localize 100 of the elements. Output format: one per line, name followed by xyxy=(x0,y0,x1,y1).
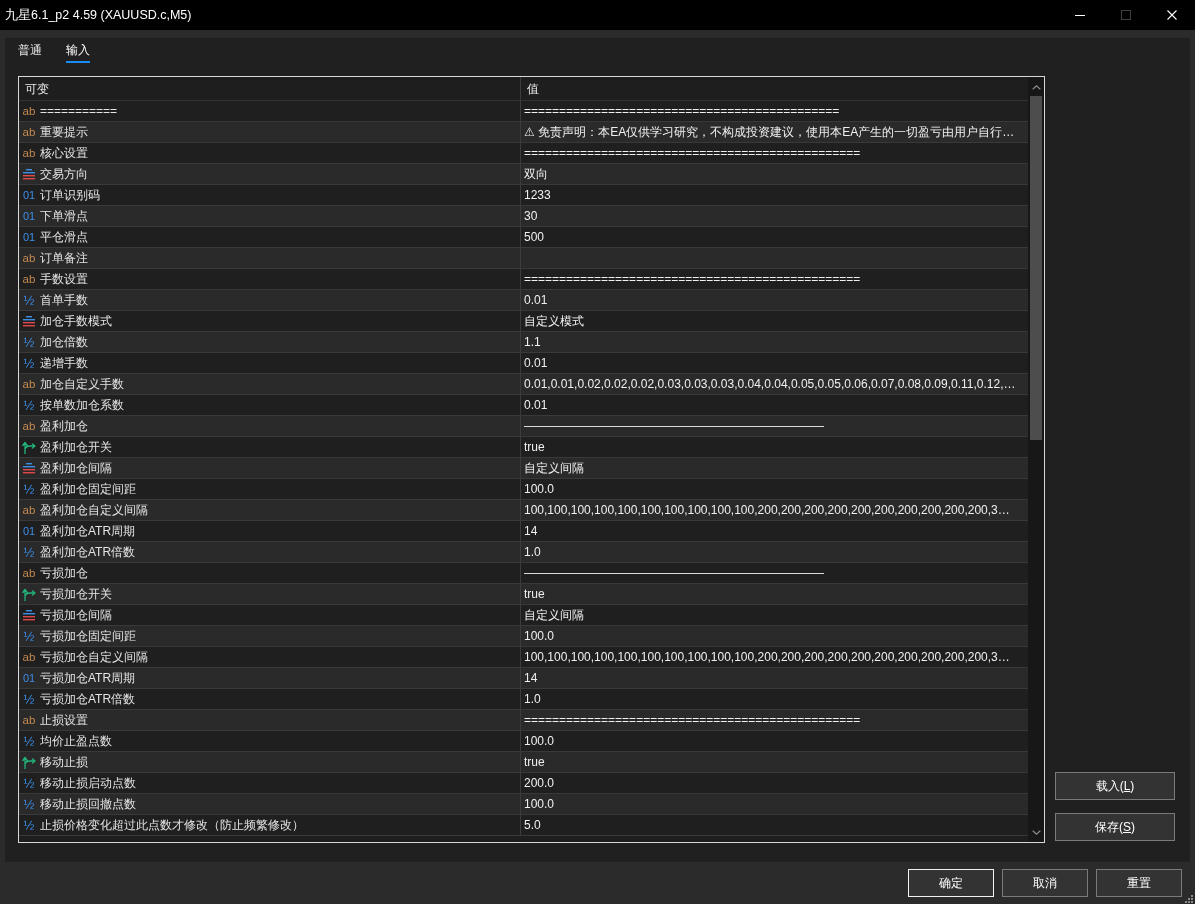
digits-icon: 01 xyxy=(22,230,36,244)
parameter-value: 0.01,0.01,0.02,0.02,0.02,0.03,0.03,0.03,0.04,0.04,0.05,0.05,0.06,0.07,0.08,0.09,0.11,0.12,… xyxy=(524,376,1016,392)
list-icon xyxy=(22,609,36,621)
one-half-icon: ½ xyxy=(22,335,36,349)
one-half-icon: ½ xyxy=(22,398,36,412)
reset-button[interactable]: 重置 xyxy=(1096,869,1182,897)
parameter-value: true xyxy=(524,439,545,455)
parameter-value: true xyxy=(524,754,545,770)
window-title: 九星6.1_p2 4.59 (XAUUSD.c,M5) xyxy=(4,6,193,24)
chevron-down-icon[interactable] xyxy=(1031,830,1041,835)
digits-icon: 01 xyxy=(22,209,36,223)
parameter-name: 亏损加仓间隔 xyxy=(40,607,112,623)
parameter-name: 盈利加仓自定义间隔 xyxy=(40,502,148,518)
parameter-name: 移动止损 xyxy=(40,754,88,770)
branch-arrow-icon xyxy=(22,587,36,601)
parameter-name: 亏损加仓ATR周期 xyxy=(40,670,136,686)
parameter-name: 亏损加仓 xyxy=(40,565,88,581)
one-half-icon: ½ xyxy=(22,545,36,559)
parameter-name: 按单数加仓系数 xyxy=(40,397,124,413)
parameter-name: 移动止损启动点数 xyxy=(40,775,136,791)
parameter-value: 5.0 xyxy=(524,817,541,833)
parameter-value: 14 xyxy=(524,670,538,686)
parameter-value: 1.0 xyxy=(524,691,541,707)
parameter-value: 0.01 xyxy=(524,292,548,308)
chevron-up-icon[interactable] xyxy=(1031,85,1041,90)
parameter-name: 平仓滑点 xyxy=(40,229,88,245)
parameter-name: 亏损加仓ATR倍数 xyxy=(40,691,136,707)
parameter-name: 亏损加仓固定间距 xyxy=(40,628,136,644)
parameter-value: 1233 xyxy=(524,187,551,203)
list-icon xyxy=(22,168,36,180)
save-button[interactable]: 保存(S) xyxy=(1055,813,1175,841)
tab[interactable]: 普通 xyxy=(18,42,42,63)
parameter-value: 30 xyxy=(524,208,538,224)
ab-icon: ab xyxy=(22,503,36,517)
one-half-icon: ½ xyxy=(22,734,36,748)
parameter-name: 盈利加仓ATR倍数 xyxy=(40,544,136,560)
parameter-value: 100.0 xyxy=(524,796,555,812)
parameter-value: ================================================ xyxy=(524,712,861,728)
resize-grip-icon[interactable] xyxy=(1185,895,1193,903)
parameter-value: 100,100,100,100,100,100,100,100,100,100,200,200,200,200,200,200,200,200,200,200,3… xyxy=(524,649,1010,665)
one-half-icon: ½ xyxy=(22,356,36,370)
parameter-name: 盈利加仓ATR周期 xyxy=(40,523,136,539)
parameter-value: true xyxy=(524,586,545,602)
parameter-name: 交易方向 xyxy=(40,166,88,182)
parameter-name: 订单识别码 xyxy=(40,187,100,203)
parameter-value: 自定义间隔 xyxy=(524,607,584,623)
parameter-name: 首单手数 xyxy=(40,292,88,308)
digits-icon: 01 xyxy=(22,188,36,202)
parameter-value: 0.01 xyxy=(524,355,548,371)
parameter-value: ————————————————————————— xyxy=(524,418,824,434)
scrollbar-thumb[interactable] xyxy=(1030,96,1042,440)
parameter-value: ⚠ 免责声明：本EA仅供学习研究，不构成投资建议，使用本EA产生的一切盈亏由用户自行… xyxy=(524,124,1015,140)
parameter-value: 1.1 xyxy=(524,334,541,350)
parameter-name: 盈利加仓 xyxy=(40,418,88,434)
parameter-name: 均价止盈点数 xyxy=(40,733,112,749)
parameter-name: 盈利加仓开关 xyxy=(40,439,112,455)
scrollbar[interactable] xyxy=(1028,77,1044,842)
parameter-value: 14 xyxy=(524,523,538,539)
parameter-value: 100,100,100,100,100,100,100,100,100,100,200,200,200,200,200,200,200,200,200,200,3… xyxy=(524,502,1010,518)
one-half-icon: ½ xyxy=(22,776,36,790)
ab-icon: ab xyxy=(22,377,36,391)
ab-icon: ab xyxy=(22,650,36,664)
ab-icon: ab xyxy=(22,419,36,433)
parameter-name: 止损价格变化超过此点数才修改（防止频繁修改） xyxy=(40,817,304,833)
parameter-name: 手数设置 xyxy=(40,271,88,287)
parameter-name: 亏损加仓开关 xyxy=(40,586,112,602)
ok-button[interactable]: 确定 xyxy=(908,869,994,897)
cancel-button[interactable]: 取消 xyxy=(1002,869,1088,897)
parameter-name: 加仓自定义手数 xyxy=(40,376,124,392)
parameter-value: ================================================ xyxy=(524,145,861,161)
parameter-value: ============================================= xyxy=(524,103,840,119)
parameter-value: 500 xyxy=(524,229,545,245)
ab-icon: ab xyxy=(22,104,36,118)
parameter-name: 移动止损回撤点数 xyxy=(40,796,136,812)
one-half-icon: ½ xyxy=(22,482,36,496)
parameter-value: 100.0 xyxy=(524,481,555,497)
ab-icon: ab xyxy=(22,125,36,139)
parameter-name: 加仓倍数 xyxy=(40,334,88,350)
column-header[interactable]: 可变 xyxy=(25,79,49,98)
digits-icon: 01 xyxy=(22,524,36,538)
one-half-icon: ½ xyxy=(22,629,36,643)
parameter-value: 自定义间隔 xyxy=(524,460,584,476)
load-button[interactable]: 载入(L) xyxy=(1055,772,1175,800)
parameter-value: 双向 xyxy=(524,166,548,182)
digits-icon: 01 xyxy=(22,671,36,685)
tab[interactable]: 输入 xyxy=(66,42,90,63)
column-header[interactable]: 值 xyxy=(527,79,539,98)
parameter-name: 订单备注 xyxy=(40,250,88,266)
parameter-value: 1.0 xyxy=(524,544,541,560)
parameter-name: =========== xyxy=(40,103,118,119)
parameter-value: 0.01 xyxy=(524,397,548,413)
parameter-name: 亏损加仓自定义间隔 xyxy=(40,649,148,665)
parameter-name: 重要提示 xyxy=(40,124,88,140)
one-half-icon: ½ xyxy=(22,293,36,307)
parameter-value: 自定义模式 xyxy=(524,313,584,329)
branch-arrow-icon xyxy=(22,755,36,769)
list-icon xyxy=(22,462,36,474)
parameter-value: ================================================ xyxy=(524,271,861,287)
parameter-value: 200.0 xyxy=(524,775,555,791)
parameter-name: 盈利加仓固定间距 xyxy=(40,481,136,497)
